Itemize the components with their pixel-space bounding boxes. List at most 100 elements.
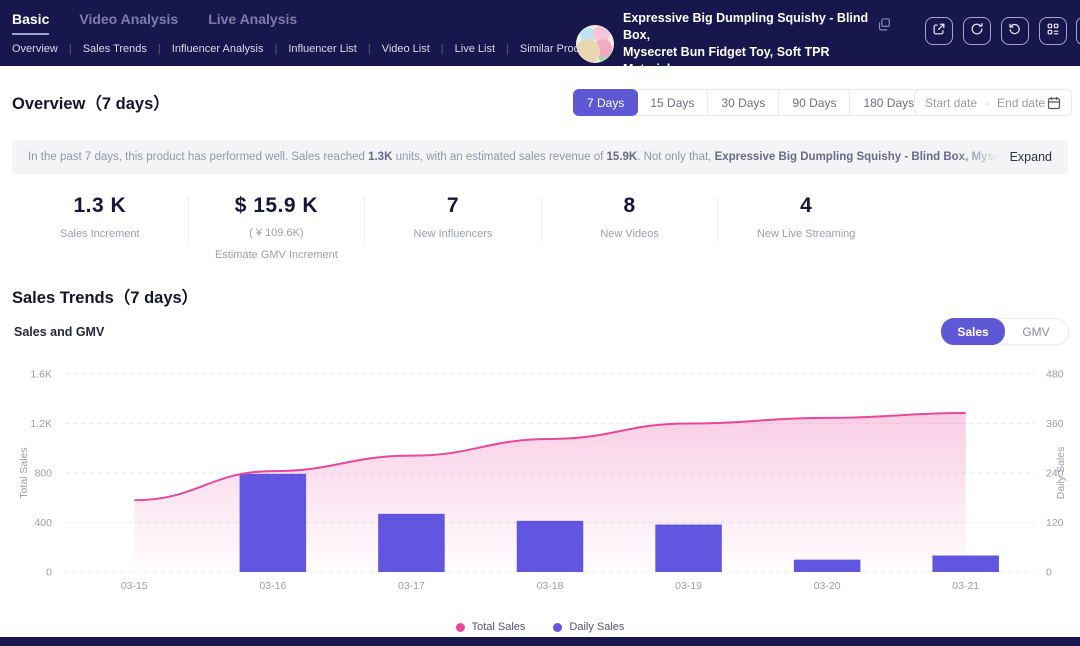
open-external-button[interactable] [925, 17, 953, 45]
subnav-item-sales-trends[interactable]: Sales Trends [83, 43, 147, 55]
main-nav-tabs: Basic Video Analysis Live Analysis [12, 11, 297, 35]
apps-grid-button[interactable] [1039, 17, 1067, 45]
stat-new-videos: 8 New Videos [542, 194, 718, 261]
svg-text:03-18: 03-18 [537, 580, 564, 590]
refresh-button[interactable] [963, 17, 991, 45]
subnav-divider: | [506, 43, 509, 55]
date-range-picker[interactable]: Start date - End date [914, 89, 1072, 116]
open-external-icon [932, 22, 946, 41]
svg-text:03-20: 03-20 [814, 580, 841, 590]
subnav-divider: | [368, 43, 371, 55]
stat-value: 1.3 K [12, 194, 188, 218]
stat-new-live-streaming: 4 New Live Streaming [718, 194, 894, 261]
svg-text:360: 360 [1046, 418, 1064, 430]
start-date-field[interactable]: Start date [925, 96, 977, 110]
main-tab-live-analysis[interactable]: Live Analysis [208, 11, 297, 35]
svg-text:1.6K: 1.6K [30, 369, 52, 381]
copy-icon[interactable] [878, 18, 891, 31]
stat-label: Sales Increment [12, 228, 188, 240]
stats-row: 1.3 K Sales Increment$ 15.9 K ( ¥ 109.6K) E… [12, 194, 894, 261]
top-header: Basic Video Analysis Live Analysis Overvie… [0, 0, 1080, 66]
partial-button[interactable] [1076, 17, 1080, 45]
svg-text:480: 480 [1046, 369, 1064, 381]
stat-value: $ 15.9 K [189, 194, 365, 218]
svg-text:400: 400 [34, 517, 52, 529]
sub-nav: Overview | Sales Trends | Influencer Analysi… [12, 43, 600, 55]
subnav-item-influencer-list[interactable]: Influencer List [288, 43, 356, 55]
legend-dot [553, 623, 562, 632]
calendar-icon [1047, 96, 1061, 110]
summary-segment: 1.3K [368, 151, 392, 163]
toggle-gmv[interactable]: GMV [1004, 319, 1068, 344]
sales-gmv-chart: 004001208002401.2K3601.6K480Total SalesD… [0, 352, 1080, 590]
product-summary: Expressive Big Dumpling Squishy - Blind … [576, 10, 871, 78]
range-button-90-days[interactable]: 90 Days [779, 90, 850, 115]
svg-text:03-16: 03-16 [259, 580, 286, 590]
product-title: Expressive Big Dumpling Squishy - Blind … [623, 10, 871, 78]
sync-button[interactable] [1001, 17, 1029, 45]
legend-item-total-sales[interactable]: Total Sales [456, 621, 526, 633]
subnav-item-overview[interactable]: Overview [12, 43, 58, 55]
summary-segment: In the past 7 days, this product has per… [28, 151, 368, 163]
range-button-30-days[interactable]: 30 Days [708, 90, 779, 115]
main-tab-video-analysis[interactable]: Video Analysis [79, 11, 178, 35]
main-tab-basic[interactable]: Basic [12, 11, 49, 35]
product-avatar [576, 25, 614, 63]
range-button-15-days[interactable]: 15 Days [637, 90, 708, 115]
bottom-bar [0, 637, 1080, 646]
chart-label: Sales and GMV [14, 325, 104, 339]
subnav-divider: | [69, 43, 72, 55]
overview-title: Overview（7 days） [12, 90, 170, 114]
time-range-selector: 7 Days15 Days30 Days90 Days180 Days [573, 89, 928, 116]
refresh-icon [970, 22, 984, 41]
stat-label: Estimate GMV Increment [189, 249, 365, 261]
subnav-divider: | [158, 43, 161, 55]
stat-value: 7 [365, 194, 541, 218]
svg-text:03-17: 03-17 [398, 580, 425, 590]
stat-subvalue: ( ¥ 109.6K) [189, 227, 365, 239]
range-button-7-days[interactable]: 7 Days [573, 89, 638, 116]
end-date-field[interactable]: End date [997, 96, 1045, 110]
stat-value: 8 [542, 194, 718, 218]
legend-label: Total Sales [472, 621, 526, 633]
svg-text:0: 0 [46, 567, 52, 579]
product-title-line1: Expressive Big Dumpling Squishy - Blind … [623, 10, 871, 44]
date-separator: - [985, 96, 989, 110]
summary-banner: In the past 7 days, this product has per… [12, 140, 1068, 174]
svg-text:03-21: 03-21 [952, 580, 979, 590]
subnav-item-live-list[interactable]: Live List [455, 43, 495, 55]
stat-estimate-gmv-increment: $ 15.9 K ( ¥ 109.6K) Estimate GMV Incremen… [189, 194, 365, 261]
stat-new-influencers: 7 New Influencers [365, 194, 541, 261]
legend-dot [456, 623, 465, 632]
sales-gmv-toggle: SalesGMV [941, 318, 1069, 345]
subnav-item-influencer-analysis[interactable]: Influencer Analysis [172, 43, 264, 55]
svg-text:0: 0 [1046, 567, 1052, 579]
stat-label: New Live Streaming [718, 228, 894, 240]
svg-text:800: 800 [34, 468, 52, 480]
svg-text:03-15: 03-15 [121, 580, 148, 590]
subnav-divider: | [441, 43, 444, 55]
header-action-buttons [925, 17, 1067, 45]
sales-trends-title: Sales Trends（7 days） [12, 284, 198, 308]
svg-text:Total Sales: Total Sales [18, 447, 30, 498]
apps-grid-icon [1046, 22, 1060, 41]
svg-text:120: 120 [1046, 517, 1064, 529]
svg-text:Daily Sales: Daily Sales [1055, 447, 1067, 500]
expand-link[interactable]: Expand [1010, 150, 1052, 164]
svg-text:1.2K: 1.2K [30, 418, 52, 430]
stat-sales-increment: 1.3 K Sales Increment [12, 194, 188, 261]
legend-item-daily-sales[interactable]: Daily Sales [553, 621, 624, 633]
summary-text: In the past 7 days, this product has per… [28, 151, 1000, 163]
legend-label: Daily Sales [569, 621, 624, 633]
toggle-sales[interactable]: Sales [941, 318, 1005, 345]
stat-label: New Influencers [365, 228, 541, 240]
stat-label: New Videos [542, 228, 718, 240]
summary-segment: units, with an estimated sales revenue o… [392, 151, 606, 163]
summary-segment: 15.9K [607, 151, 638, 163]
chart-legend: Total Sales Daily Sales [0, 621, 1080, 633]
subnav-item-video-list[interactable]: Video List [382, 43, 430, 55]
stat-value: 4 [718, 194, 894, 218]
sync-icon [1008, 22, 1022, 41]
subnav-divider: | [274, 43, 277, 55]
product-title-line2: Mysecret Bun Fidget Toy, Soft TPR Materi… [623, 44, 871, 78]
